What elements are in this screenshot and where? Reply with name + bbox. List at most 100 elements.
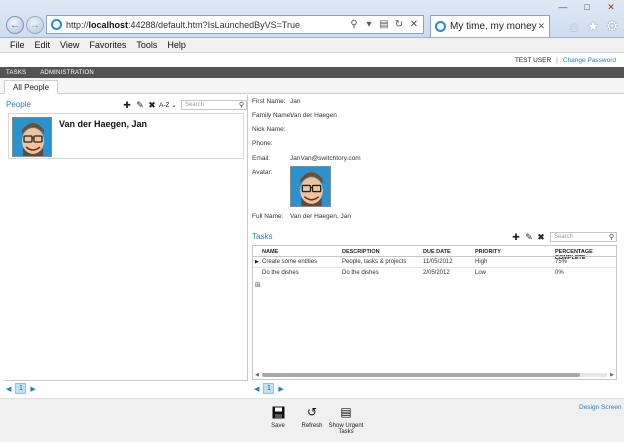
save-label: Save [271, 423, 285, 429]
new-row-icon[interactable]: ⊞ [255, 281, 261, 289]
family-name-value: Van der Haegen [290, 112, 337, 119]
address-bar[interactable]: http://localhost:44288/default.htm?IsLau… [46, 15, 424, 34]
table-cell[interactable]: 0% [555, 270, 564, 276]
tasks-grid: NAME DESCRIPTION DUE DATE PRIORITY PERCE… [252, 245, 617, 380]
scroll-track[interactable] [261, 372, 608, 377]
prev-page-icon[interactable]: ◀ [254, 385, 259, 393]
tasks-search-input[interactable]: Search ⚲ [550, 232, 617, 242]
people-title: People [6, 100, 31, 109]
user-name: TEST USER [514, 56, 552, 64]
person-name: Van der Haegen, Jan [59, 119, 148, 129]
menu-favorites[interactable]: Favorites [89, 40, 126, 50]
menu-edit[interactable]: Edit [35, 40, 51, 50]
horizontal-scrollbar[interactable]: ◀ ▶ [255, 371, 614, 378]
home-icon[interactable]: ⌂ [566, 18, 582, 34]
nav-bar: TASKS ADMINISTRATION [0, 67, 624, 78]
search-placeholder: Search [185, 102, 205, 108]
table-cell[interactable]: Do the dishes [262, 270, 299, 276]
email-label: Email: [252, 155, 271, 162]
ie-logo-icon [435, 21, 446, 32]
list-item[interactable]: Van der Haegen, Jan [8, 113, 244, 159]
avatar [12, 117, 52, 157]
close-tab-icon[interactable]: ✕ [537, 21, 545, 32]
next-page-icon[interactable]: ▶ [30, 385, 35, 393]
row-selector-icon: ▶ [255, 259, 259, 265]
nav-tasks[interactable]: TASKS [6, 70, 26, 76]
maximize-icon[interactable]: □ [576, 0, 598, 14]
search-icon[interactable]: ⚲ [609, 233, 614, 241]
detail-avatar [290, 166, 331, 207]
menu-bar: File Edit View Favorites Tools Help [0, 38, 624, 53]
delete-task-icon[interactable]: ✖ [536, 232, 546, 242]
scroll-right-icon[interactable]: ▶ [610, 372, 614, 378]
scroll-left-icon[interactable]: ◀ [255, 372, 259, 378]
table-cell[interactable]: High [475, 259, 487, 265]
page-number[interactable]: 1 [263, 383, 275, 394]
refresh-label: Refresh [301, 423, 323, 429]
edit-task-icon[interactable]: ✎ [524, 232, 534, 242]
minimize-icon[interactable]: — [552, 0, 574, 14]
tab-all-people[interactable]: All People [4, 80, 59, 94]
dropdown-icon[interactable]: ▾ [363, 19, 375, 31]
back-icon[interactable]: ← [6, 16, 24, 34]
refresh-icon[interactable]: ↻ [393, 19, 405, 31]
family-name-label: Family Name: [252, 112, 293, 119]
menu-file[interactable]: File [10, 40, 25, 50]
document-icon: ▤ [340, 405, 352, 419]
nav-administration[interactable]: ADMINISTRATION [40, 70, 94, 76]
column-header-description[interactable]: DESCRIPTION [342, 249, 380, 255]
delete-icon[interactable]: ✖ [147, 100, 157, 110]
table-cell[interactable]: 2/05/2012 [423, 270, 450, 276]
table-cell[interactable]: 75% [555, 259, 567, 265]
avatar-image [13, 118, 51, 156]
settings-icon[interactable]: ⚙ [604, 18, 620, 34]
table-row[interactable]: ▶ Create some entities People, tasks & p… [253, 257, 616, 268]
forward-icon[interactable]: → [26, 16, 44, 34]
search-placeholder: Search [554, 234, 574, 240]
people-pager: ◀ 1 ▶ [6, 383, 36, 394]
search-icon[interactable]: ⚲ [239, 101, 244, 109]
menu-tools[interactable]: Tools [136, 40, 157, 50]
phone-label: Phone: [252, 140, 273, 147]
prev-page-icon[interactable]: ◀ [6, 385, 11, 393]
browser-chrome: ← → — □ ✕ http://localhost:44288/default… [0, 0, 624, 38]
sort-button[interactable]: A-Z ⌄ [159, 101, 177, 109]
menu-help[interactable]: Help [167, 40, 186, 50]
close-window-icon[interactable]: ✕ [600, 0, 622, 14]
column-header-due-date[interactable]: DUE DATE [423, 249, 451, 255]
stop-icon[interactable]: ✕ [408, 19, 420, 31]
change-password-link[interactable]: Change Password [563, 57, 616, 64]
design-screen-link[interactable]: Design Screen [579, 404, 622, 411]
table-cell[interactable]: 11/05/2012 [423, 259, 453, 265]
chevron-down-icon: ⌄ [171, 102, 177, 109]
table-cell[interactable]: Create some entities [262, 259, 317, 265]
browser-tab[interactable]: My time, my money ✕ [430, 15, 550, 37]
edit-icon[interactable]: ✎ [135, 100, 145, 110]
page-number[interactable]: 1 [15, 383, 27, 394]
first-name-label: First Name: [252, 98, 286, 105]
search-icon[interactable]: ⚲ [348, 19, 360, 31]
menu-view[interactable]: View [60, 40, 79, 50]
show-urgent-label: Show Urgent Tasks [328, 423, 364, 435]
sort-label: A-Z [159, 102, 170, 109]
add-icon[interactable]: ✚ [122, 100, 132, 110]
favorites-icon[interactable]: ★ [585, 18, 601, 34]
column-header-priority[interactable]: PRIORITY [475, 249, 501, 255]
table-cell[interactable]: People, tasks & projects [342, 259, 406, 265]
first-name-value: Jan [290, 98, 301, 105]
scroll-thumb[interactable] [261, 372, 580, 377]
compatibility-icon[interactable]: ▤ [378, 19, 390, 31]
tasks-pager: ◀ 1 ▶ [254, 383, 284, 394]
show-urgent-tasks-button[interactable]: ▤ Show Urgent Tasks [322, 405, 370, 435]
add-task-icon[interactable]: ✚ [511, 232, 521, 242]
people-search-input[interactable]: Search ⚲ [181, 100, 247, 110]
next-page-icon[interactable]: ▶ [278, 385, 283, 393]
nick-name-label: Nick Name: [252, 126, 286, 133]
table-row[interactable]: Do the dishes Do the dishes 2/05/2012 Lo… [253, 268, 616, 279]
table-cell[interactable]: Do the dishes [342, 270, 379, 276]
column-header-name[interactable]: NAME [262, 249, 278, 255]
refresh-icon: ↺ [306, 405, 318, 419]
table-cell[interactable]: Low [475, 270, 486, 276]
document-tabs: All People [0, 78, 624, 94]
people-pane: People ✚ ✎ ✖ A-Z ⌄ Search ⚲ Van der Haeg… [4, 95, 248, 394]
